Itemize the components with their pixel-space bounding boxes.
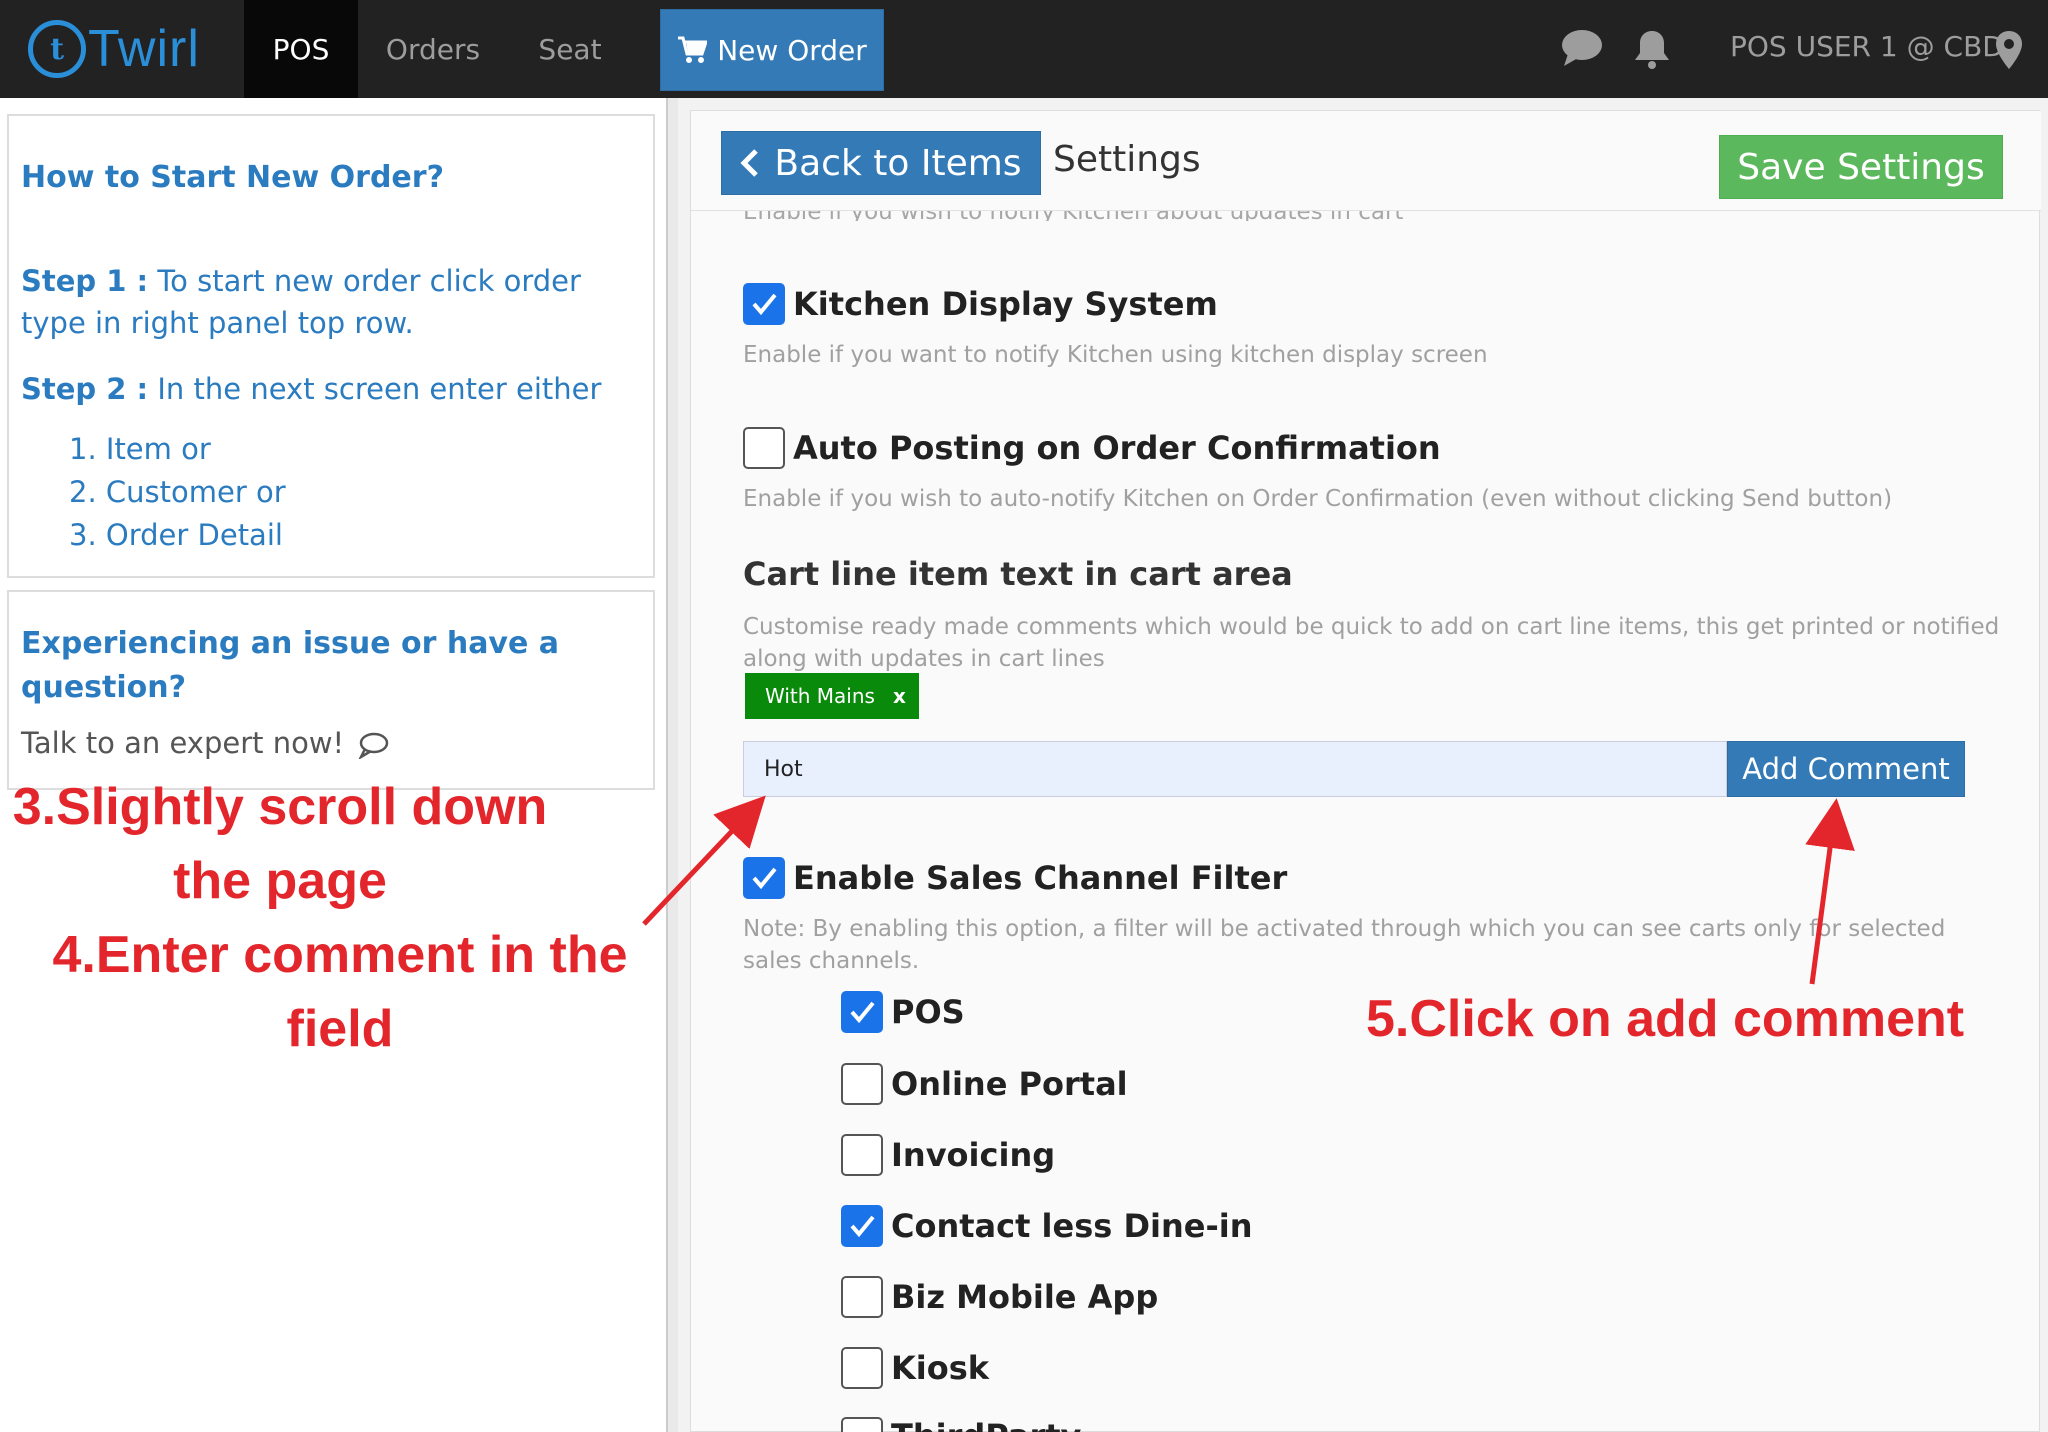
channel-label: Kiosk (891, 1349, 990, 1387)
channel-checkbox[interactable] (841, 1063, 883, 1105)
settings-header: Back to Items Settings Save Settings (691, 111, 2041, 211)
step-1: Step 1 : To start new order click order … (21, 260, 641, 344)
cart-line-title: Cart line item text in cart area (743, 555, 1293, 593)
sales-channel-label: Enable Sales Channel Filter (793, 859, 1288, 897)
chevron-left-icon (740, 149, 759, 177)
channel-item[interactable]: Contact less Dine-in (841, 1205, 1253, 1247)
channel-checkbox[interactable] (841, 1134, 883, 1176)
cart-icon (678, 36, 708, 63)
bell-icon[interactable] (1632, 28, 1672, 70)
channel-checkbox[interactable] (841, 1347, 883, 1389)
channel-item[interactable]: ThirdParty (841, 1417, 1081, 1432)
channel-label: ThirdParty (891, 1417, 1081, 1432)
talk-to-expert-link[interactable]: Talk to an expert now! (21, 726, 389, 761)
sales-channel-checkbox[interactable] (743, 857, 785, 899)
step-option: 2. Customer or (69, 475, 286, 509)
chat-bubble-icon (358, 732, 389, 761)
channel-item[interactable]: Biz Mobile App (841, 1276, 1158, 1318)
channel-checkbox[interactable] (841, 1205, 883, 1247)
help-title: How to Start New Order? (21, 160, 444, 195)
settings-area: Enable if you wish to notify Kitchen abo… (678, 98, 2048, 1432)
new-order-label: New Order (717, 33, 867, 67)
kds-label: Kitchen Display System (793, 285, 1218, 323)
auto-posting-label: Auto Posting on Order Confirmation (793, 429, 1441, 467)
back-label: Back to Items (774, 142, 1022, 184)
chat-icon[interactable] (1560, 28, 1604, 68)
step-2-options: 1. Item or 2. Customer or 3. Order Detai… (69, 428, 286, 557)
tag-remove-button[interactable]: x (893, 684, 906, 708)
auto-posting-option[interactable]: Auto Posting on Order Confirmation (743, 427, 1441, 469)
checkmark-icon (850, 1001, 875, 1024)
annotation-step-4: 4.Enter comment in the field (52, 926, 628, 1058)
channel-item[interactable]: Online Portal (841, 1063, 1128, 1105)
auto-posting-description: Enable if you wish to auto-notify Kitche… (743, 486, 1893, 512)
settings-card: Enable if you wish to notify Kitchen abo… (690, 110, 2041, 1432)
sales-channel-description: Note: By enabling this option, a filter … (743, 916, 1946, 974)
step-1-label: Step 1 : (21, 264, 149, 298)
channel-checkbox[interactable] (841, 991, 883, 1033)
nav-tab-pos[interactable]: POS (244, 0, 358, 98)
step-option: 1. Item or (69, 432, 211, 466)
nav-tab-seat[interactable]: Seat (520, 0, 620, 98)
kds-option[interactable]: Kitchen Display System (743, 283, 1218, 325)
step-2: Step 2 : In the next screen enter either (21, 368, 641, 410)
logo-mark-icon: t (28, 20, 86, 78)
page-title: Settings (1053, 139, 1201, 180)
auto-posting-checkbox[interactable] (743, 427, 785, 469)
back-to-items-button[interactable]: Back to Items (721, 131, 1041, 195)
help-panel: How to Start New Order? Step 1 : To star… (7, 114, 655, 578)
step-2-label: Step 2 : (21, 372, 149, 406)
add-comment-button[interactable]: Add Comment (1727, 741, 1965, 797)
issue-title: Experiencing an issue or have a question… (21, 626, 560, 705)
step-2-text: In the next screen enter either (148, 372, 602, 406)
kds-description: Enable if you want to notify Kitchen usi… (743, 342, 1488, 368)
annotation-step-3: 3.Slightly scroll down the page (12, 778, 548, 910)
step-option: 3. Order Detail (69, 518, 283, 552)
kds-checkbox[interactable] (743, 283, 785, 325)
save-settings-button[interactable]: Save Settings (1719, 135, 2003, 199)
top-navbar: t Twirl POS Orders Seat New Order POS US… (0, 0, 2048, 98)
channel-label: POS (891, 993, 965, 1031)
comment-tag: With Mains x (745, 673, 919, 719)
channel-item[interactable]: Invoicing (841, 1134, 1055, 1176)
map-pin-icon (1996, 31, 2022, 69)
expert-text: Talk to an expert now! (21, 726, 345, 760)
channel-item[interactable]: Kiosk (841, 1347, 989, 1389)
channel-label: Online Portal (891, 1065, 1128, 1103)
channel-label: Invoicing (891, 1136, 1056, 1174)
channel-label: Biz Mobile App (891, 1278, 1159, 1316)
nav-tab-orders[interactable]: Orders (372, 0, 494, 98)
checkmark-icon (752, 293, 777, 316)
channel-checkbox[interactable] (841, 1276, 883, 1318)
sales-channel-option[interactable]: Enable Sales Channel Filter (743, 857, 1287, 899)
cart-line-description: Customise ready made comments which woul… (743, 614, 2000, 672)
checkmark-icon (752, 867, 777, 890)
app-logo[interactable]: t Twirl (28, 16, 228, 82)
checkmark-icon (850, 1215, 875, 1238)
user-label[interactable]: POS USER 1 @ CBD (1730, 30, 2004, 63)
help-sidebar: How to Start New Order? Step 1 : To star… (0, 98, 668, 1432)
channel-checkbox[interactable] (841, 1417, 883, 1432)
channel-label: Contact less Dine-in (891, 1207, 1253, 1245)
annotation-step-5: 5.Click on add comment (1366, 990, 1965, 1048)
logo-text: Twirl (88, 20, 200, 78)
new-order-button[interactable]: New Order (660, 9, 884, 91)
comment-input[interactable] (743, 741, 1727, 797)
channel-item[interactable]: POS (841, 991, 965, 1033)
support-panel: Experiencing an issue or have a question… (7, 590, 655, 790)
tag-label: With Mains (765, 684, 875, 708)
